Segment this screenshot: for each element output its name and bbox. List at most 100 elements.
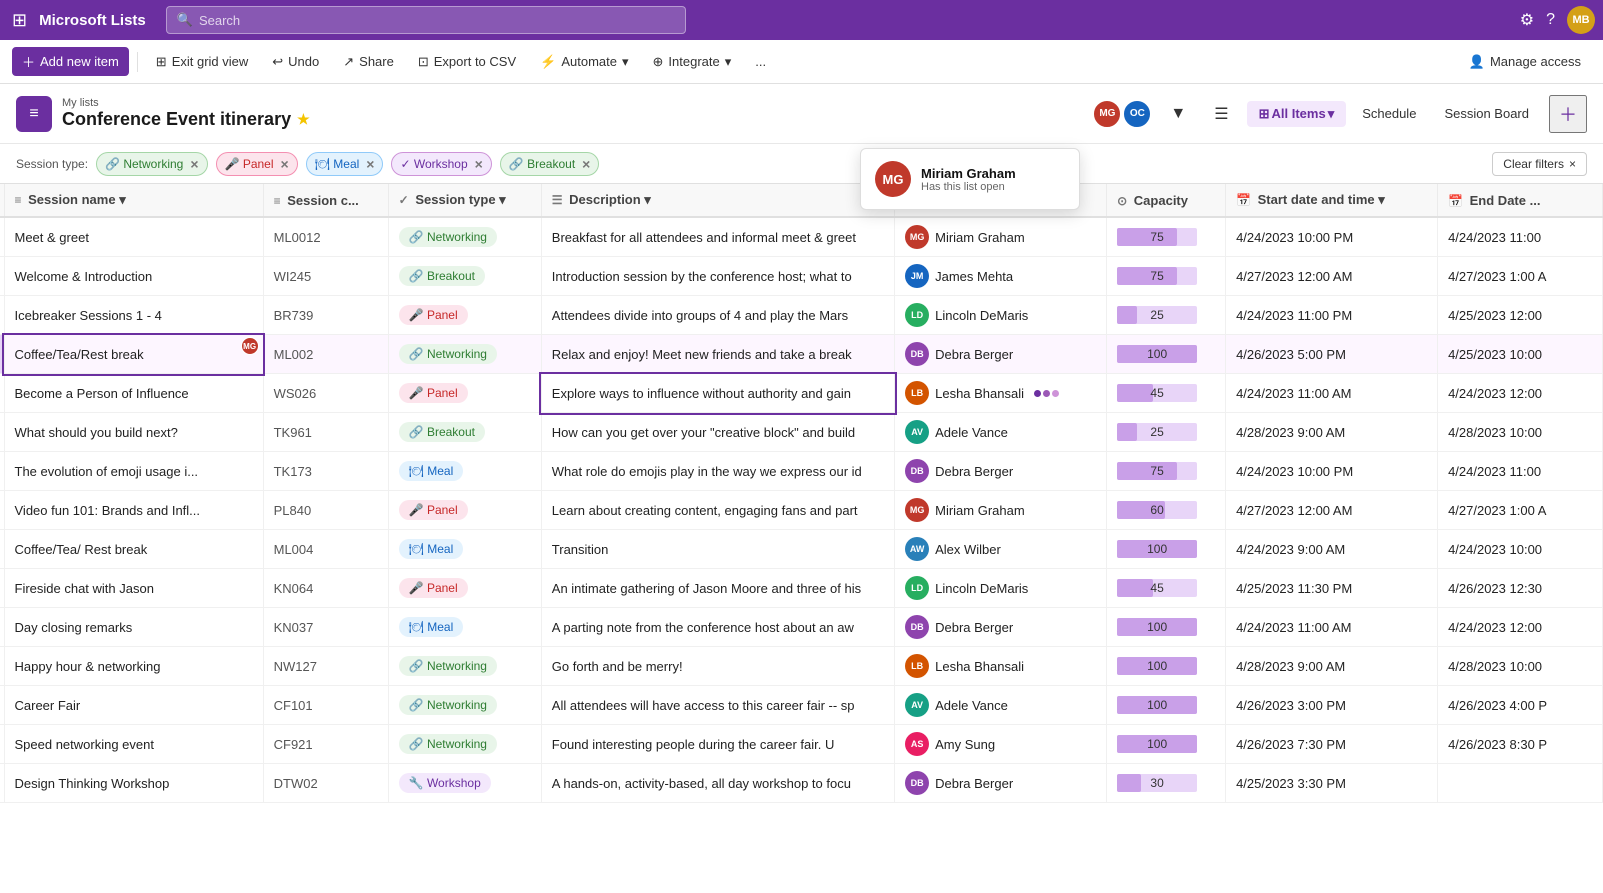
session-type-cell[interactable]: 🔧 Workshop (388, 764, 541, 803)
share-button[interactable]: ↗ Share (333, 49, 404, 75)
col-capacity[interactable]: ⊙ Capacity (1107, 184, 1226, 217)
table-row[interactable]: Career Fair CF101 🔗 Networking All atten… (0, 686, 1603, 725)
filter-chip-networking[interactable]: 🔗 Networking × (96, 152, 208, 176)
session-name-cell[interactable]: What should you build next? (4, 413, 263, 452)
settings-icon[interactable]: ⚙ (1520, 10, 1534, 30)
add-view-button[interactable]: ＋ (1549, 95, 1587, 133)
table-row[interactable]: Speed networking event CF921 🔗 Networkin… (0, 725, 1603, 764)
session-type-cell[interactable]: 🔗 Networking (388, 647, 541, 686)
user-avatar[interactable]: MB (1567, 6, 1595, 34)
manage-access-button[interactable]: 👤 Manage access (1459, 49, 1591, 75)
session-type-cell[interactable]: 🔗 Networking (388, 335, 541, 374)
col-description[interactable]: ☰ Description ▾ (541, 184, 894, 217)
session-type-cell[interactable]: 🔗 Networking (388, 725, 541, 764)
table-row[interactable]: Coffee/Tea/ Rest break ML004 🍽 Meal Tran… (0, 530, 1603, 569)
app-launcher-icon[interactable]: ⊞ (8, 6, 31, 35)
description-cell[interactable]: What role do emojis play in the way we e… (541, 452, 894, 491)
session-type-cell[interactable]: 🍽 Meal (388, 608, 541, 647)
session-name-cell[interactable]: Day closing remarks (4, 608, 263, 647)
help-icon[interactable]: ? (1546, 11, 1555, 29)
filter-chip-meal[interactable]: 🍽 Meal × (306, 152, 384, 176)
session-name-cell[interactable]: Coffee/Tea/Rest break MG (4, 335, 263, 374)
session-name-cell[interactable]: Happy hour & networking (4, 647, 263, 686)
search-bar[interactable]: 🔍 Search (166, 6, 686, 34)
exit-grid-button[interactable]: ⊞ Exit grid view (146, 49, 258, 75)
session-name-cell[interactable]: Speed networking event (4, 725, 263, 764)
clear-filters-button[interactable]: Clear filters × (1492, 152, 1587, 176)
description-cell[interactable]: All attendees will have access to this c… (541, 686, 894, 725)
session-name-cell[interactable]: The evolution of emoji usage i... (4, 452, 263, 491)
table-row[interactable]: What should you build next? TK961 🔗 Brea… (0, 413, 1603, 452)
session-type-cell[interactable]: 🔗 Networking (388, 217, 541, 257)
remove-panel-filter[interactable]: × (281, 156, 289, 172)
automate-button[interactable]: ⚡ Automate ▾ (530, 49, 638, 75)
remove-meal-filter[interactable]: × (366, 156, 374, 172)
description-cell[interactable]: Learn about creating content, engaging f… (541, 491, 894, 530)
more-button[interactable]: ... (745, 49, 776, 74)
col-start-date[interactable]: 📅 Start date and time ▾ (1226, 184, 1438, 217)
user-avatar-oc[interactable]: OC (1122, 99, 1152, 129)
col-session-name[interactable]: ≡ Session name ▾ (4, 184, 263, 217)
table-row[interactable]: Happy hour & networking NW127 🔗 Networki… (0, 647, 1603, 686)
col-session-code[interactable]: ≡ Session c... (263, 184, 388, 217)
session-type-cell[interactable]: 🍽 Meal (388, 452, 541, 491)
favorite-star-icon[interactable]: ★ (297, 111, 310, 128)
session-type-cell[interactable]: 🎤 Panel (388, 374, 541, 413)
session-name-cell[interactable]: Career Fair (4, 686, 263, 725)
session-name-cell[interactable]: Become a Person of Influence (4, 374, 263, 413)
table-row[interactable]: The evolution of emoji usage i... TK173 … (0, 452, 1603, 491)
description-cell[interactable]: Go forth and be merry! (541, 647, 894, 686)
add-new-button[interactable]: ＋ Add new item (12, 47, 129, 76)
tab-all-items[interactable]: ⊞ All Items ▾ (1247, 101, 1347, 127)
table-row[interactable]: Coffee/Tea/Rest break MG ML002 🔗 Network… (0, 335, 1603, 374)
table-row[interactable]: Welcome & Introduction WI245 🔗 Breakout … (0, 257, 1603, 296)
session-name-cell[interactable]: Design Thinking Workshop (4, 764, 263, 803)
remove-networking-filter[interactable]: × (190, 156, 198, 172)
session-name-cell[interactable]: Video fun 101: Brands and Infl... (4, 491, 263, 530)
filter-chip-breakout[interactable]: 🔗 Breakout × (500, 152, 600, 176)
session-type-cell[interactable]: 🎤 Panel (388, 296, 541, 335)
filter-button[interactable]: ▼ (1160, 100, 1196, 128)
col-session-type[interactable]: ✓ Session type ▾ (388, 184, 541, 217)
filter-chip-workshop[interactable]: ✓ Workshop × (391, 152, 491, 176)
filter-chip-panel[interactable]: 🎤 Panel × (216, 152, 298, 176)
session-name-cell[interactable]: Icebreaker Sessions 1 - 4 (4, 296, 263, 335)
description-cell[interactable]: Transition (541, 530, 894, 569)
session-type-cell[interactable]: 🎤 Panel (388, 491, 541, 530)
user-avatar-mg[interactable]: MG (1092, 99, 1122, 129)
undo-button[interactable]: ↩ Undo (262, 49, 329, 75)
session-type-cell[interactable]: 🍽 Meal (388, 530, 541, 569)
session-type-cell[interactable]: 🔗 Networking (388, 686, 541, 725)
description-cell[interactable]: A hands-on, activity-based, all day work… (541, 764, 894, 803)
remove-workshop-filter[interactable]: × (475, 156, 483, 172)
table-row[interactable]: Become a Person of Influence WS026 🎤 Pan… (0, 374, 1603, 413)
session-name-cell[interactable]: Coffee/Tea/ Rest break (4, 530, 263, 569)
export-csv-button[interactable]: ⊡ Export to CSV (408, 49, 526, 75)
description-cell[interactable]: Relax and enjoy! Meet new friends and ta… (541, 335, 894, 374)
table-row[interactable]: Day closing remarks KN037 🍽 Meal A parti… (0, 608, 1603, 647)
session-type-cell[interactable]: 🔗 Breakout (388, 257, 541, 296)
description-cell[interactable]: A parting note from the conference host … (541, 608, 894, 647)
description-cell[interactable]: Explore ways to influence without author… (541, 374, 894, 413)
description-cell[interactable]: Found interesting people during the care… (541, 725, 894, 764)
session-type-cell[interactable]: 🎤 Panel (388, 569, 541, 608)
col-end-date[interactable]: 📅 End Date ... (1438, 184, 1603, 217)
integrate-button[interactable]: ⊕ Integrate ▾ (643, 49, 742, 75)
remove-breakout-filter[interactable]: × (582, 156, 590, 172)
table-row[interactable]: Video fun 101: Brands and Infl... PL840 … (0, 491, 1603, 530)
session-type-cell[interactable]: 🔗 Breakout (388, 413, 541, 452)
description-cell[interactable]: Attendees divide into groups of 4 and pl… (541, 296, 894, 335)
table-row[interactable]: Icebreaker Sessions 1 - 4 BR739 🎤 Panel … (0, 296, 1603, 335)
table-row[interactable]: Design Thinking Workshop DTW02 🔧 Worksho… (0, 764, 1603, 803)
group-button[interactable]: ☰ (1204, 99, 1238, 129)
description-cell[interactable]: An intimate gathering of Jason Moore and… (541, 569, 894, 608)
tab-schedule[interactable]: Schedule (1350, 101, 1428, 126)
tab-session-board[interactable]: Session Board (1432, 101, 1541, 126)
description-cell[interactable]: Introduction session by the conference h… (541, 257, 894, 296)
table-row[interactable]: Meet & greet ML0012 🔗 Networking Breakfa… (0, 217, 1603, 257)
session-name-cell[interactable]: Meet & greet (4, 217, 263, 257)
session-name-cell[interactable]: Fireside chat with Jason (4, 569, 263, 608)
description-cell[interactable]: How can you get over your "creative bloc… (541, 413, 894, 452)
session-name-cell[interactable]: Welcome & Introduction (4, 257, 263, 296)
description-cell[interactable]: Breakfast for all attendees and informal… (541, 217, 894, 257)
